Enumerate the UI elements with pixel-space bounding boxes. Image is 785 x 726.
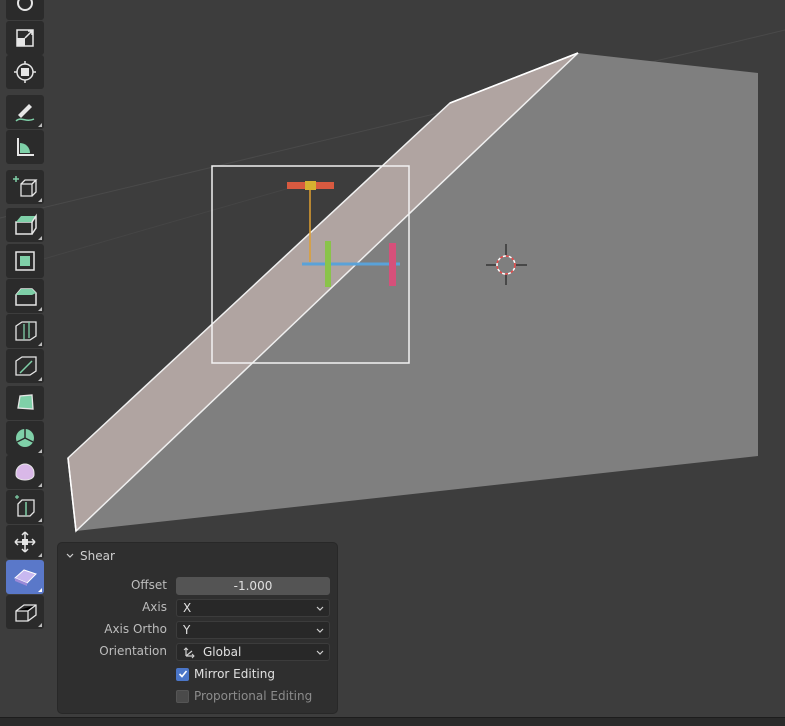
rip-region-icon: [15, 604, 37, 622]
chevron-down-icon: [316, 628, 324, 633]
gizmo-x-handle-right: [389, 243, 396, 286]
mirror-editing-label: Mirror Editing: [194, 667, 275, 681]
chevron-down-icon: [316, 650, 324, 655]
offset-value: -1.000: [233, 579, 273, 593]
transform-icon: [14, 61, 36, 83]
spin-tool[interactable]: [6, 421, 44, 455]
knife-tool[interactable]: [6, 349, 44, 383]
gizmo-center-handle: [305, 181, 316, 190]
shrink-fatten-icon: [14, 531, 36, 553]
orientation-label: Orientation: [99, 644, 167, 658]
bevel-icon: [15, 288, 37, 306]
smooth-icon: [15, 463, 35, 481]
loop-cut-tool[interactable]: [6, 314, 44, 348]
orientation-dropdown[interactable]: Global: [176, 643, 330, 661]
transform-tool[interactable]: [6, 55, 44, 89]
extrude-tool[interactable]: [6, 208, 44, 242]
mirror-editing-checkbox[interactable]: [176, 667, 189, 681]
add-cube-tool[interactable]: [6, 170, 44, 204]
axis-value: X: [183, 601, 192, 615]
bevel-tool[interactable]: [6, 279, 44, 313]
scale-tool[interactable]: [6, 21, 44, 55]
loop-cut-icon: [15, 321, 37, 341]
gizmo-y-handle: [325, 241, 331, 287]
extrude-icon: [15, 213, 37, 235]
floor-grid-line-2: [39, 184, 301, 261]
global-orientation-icon: [183, 647, 195, 659]
shear-icon: [14, 569, 37, 586]
inset-faces-tool[interactable]: [6, 244, 44, 278]
orientation-value: Global: [203, 645, 242, 659]
measure-icon: [17, 138, 34, 156]
operator-panel-header[interactable]: Shear: [66, 549, 115, 563]
offset-field[interactable]: -1.000: [176, 577, 330, 595]
proportional-editing-label: Proportional Editing: [194, 689, 313, 703]
chevron-down-icon: [316, 606, 324, 611]
proportional-editing-row[interactable]: Proportional Editing: [176, 689, 312, 703]
poly-build-icon: [17, 394, 34, 410]
smooth-tool[interactable]: [6, 455, 44, 489]
edge-slide-icon: [15, 495, 35, 517]
axis-dropdown[interactable]: X: [176, 599, 330, 617]
axis-label: Axis: [142, 600, 167, 614]
knife-icon: [15, 356, 37, 376]
axis-ortho-value: Y: [183, 623, 191, 637]
operator-panel-title: Shear: [80, 549, 115, 563]
3d-viewport[interactable]: Shear Offset -1.000 Axis X Axis Ortho Y …: [0, 0, 785, 726]
scale-icon: [16, 29, 34, 47]
shear-tool[interactable]: [6, 560, 44, 594]
edge-slide-tool[interactable]: [6, 490, 44, 524]
rotate-icon: [17, 0, 33, 11]
measure-tool[interactable]: [6, 130, 44, 164]
mesh-face: [68, 53, 758, 531]
annotate-tool[interactable]: [6, 95, 44, 129]
operator-panel[interactable]: Shear Offset -1.000 Axis X Axis Ortho Y …: [58, 543, 337, 713]
add-cube-icon: [13, 176, 38, 197]
rotate-tool[interactable]: [6, 0, 44, 20]
checkmark-icon: [178, 670, 187, 678]
mirror-editing-row[interactable]: Mirror Editing: [176, 667, 275, 681]
annotate-icon: [15, 104, 35, 122]
spin-icon: [16, 429, 34, 447]
offset-label: Offset: [130, 578, 167, 592]
status-bar: [0, 717, 785, 726]
inset-icon: [15, 251, 35, 271]
proportional-editing-checkbox[interactable]: [176, 689, 189, 703]
axis-ortho-label: Axis Ortho: [104, 622, 167, 636]
rip-region-tool[interactable]: [6, 595, 44, 629]
axis-ortho-dropdown[interactable]: Y: [176, 621, 330, 639]
poly-build-tool[interactable]: [6, 386, 44, 420]
chevron-down-icon: [66, 553, 74, 558]
shrink-fatten-tool[interactable]: [6, 525, 44, 559]
